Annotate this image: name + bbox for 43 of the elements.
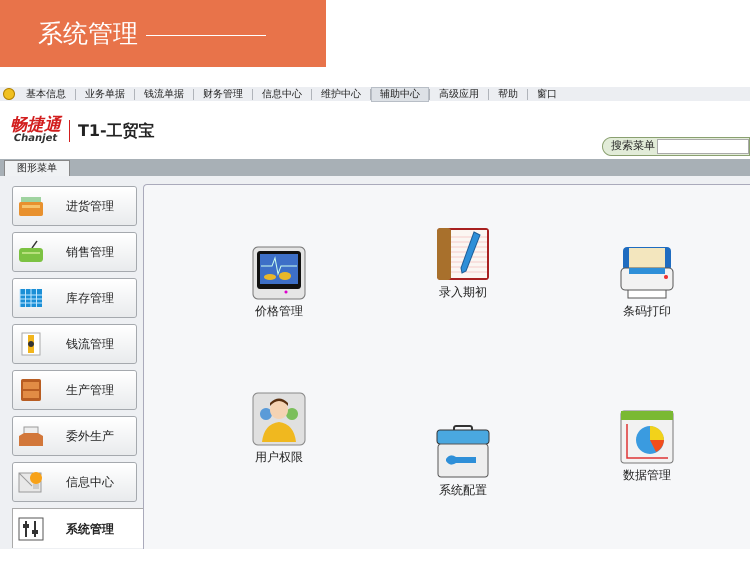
basket-icon: [18, 240, 44, 264]
spreadsheet-icon: [18, 286, 44, 310]
product-name: T1-工贸宝: [78, 120, 155, 142]
sidebar-item[interactable]: 系统管理: [12, 508, 143, 548]
basket-icon: [18, 194, 44, 218]
printer-icon: [620, 246, 674, 300]
monitor-icon: [252, 246, 306, 300]
toolbox-icon: [436, 425, 490, 479]
sidebar-item[interactable]: 委外生产: [12, 416, 137, 456]
lightbulb-icon: [18, 470, 44, 494]
menu-shortcut[interactable]: 系统配置: [436, 425, 490, 499]
menu-shortcut[interactable]: 条码打印: [620, 246, 674, 320]
menu-item[interactable]: 窗口: [528, 86, 566, 102]
sidebar-item[interactable]: 信息中心: [12, 462, 137, 502]
menu-item[interactable]: 钱流单据: [135, 86, 193, 102]
banner-title: 系统管理: [38, 18, 138, 50]
graphic-menu-tab[interactable]: 图形菜单: [4, 160, 70, 176]
menu-item[interactable]: 信息中心: [253, 86, 311, 102]
menu-item[interactable]: 维护中心: [312, 86, 370, 102]
sidebar-item[interactable]: 库存管理: [12, 278, 137, 318]
brand-latin-text: Chanjet: [14, 134, 58, 144]
cabinet-icon: [18, 378, 44, 402]
menu-shortcut[interactable]: 用户权限: [252, 392, 306, 466]
menu-item[interactable]: 业务单据: [76, 86, 134, 102]
sidebar-item[interactable]: 销售管理: [12, 232, 137, 272]
sliders-icon: [18, 516, 44, 540]
menu-item[interactable]: 高级应用: [430, 86, 488, 102]
inbox-icon: [18, 424, 44, 448]
menu-item[interactable]: 帮助: [489, 86, 527, 102]
search-field[interactable]: 搜索菜单: [602, 137, 750, 156]
user-icon: [252, 392, 306, 446]
notebook-pencil-icon: [436, 227, 490, 281]
menu-shortcut[interactable]: 价格管理: [252, 246, 306, 320]
sidebar-item[interactable]: 钱流管理: [12, 324, 137, 364]
menu-shortcut[interactable]: 录入期初: [436, 227, 490, 301]
menu-item[interactable]: 基本信息: [17, 86, 75, 102]
menu-shortcut[interactable]: 数据管理: [620, 410, 674, 484]
sidebar-item[interactable]: 生产管理: [12, 370, 137, 410]
sidebar-item[interactable]: 进货管理: [12, 186, 137, 226]
menu-item[interactable]: 财务管理: [194, 86, 252, 102]
pie-chart-icon: [620, 410, 674, 464]
brand-logo-text: 畅捷通: [10, 117, 61, 134]
menu-item[interactable]: 辅助中心: [371, 86, 429, 102]
